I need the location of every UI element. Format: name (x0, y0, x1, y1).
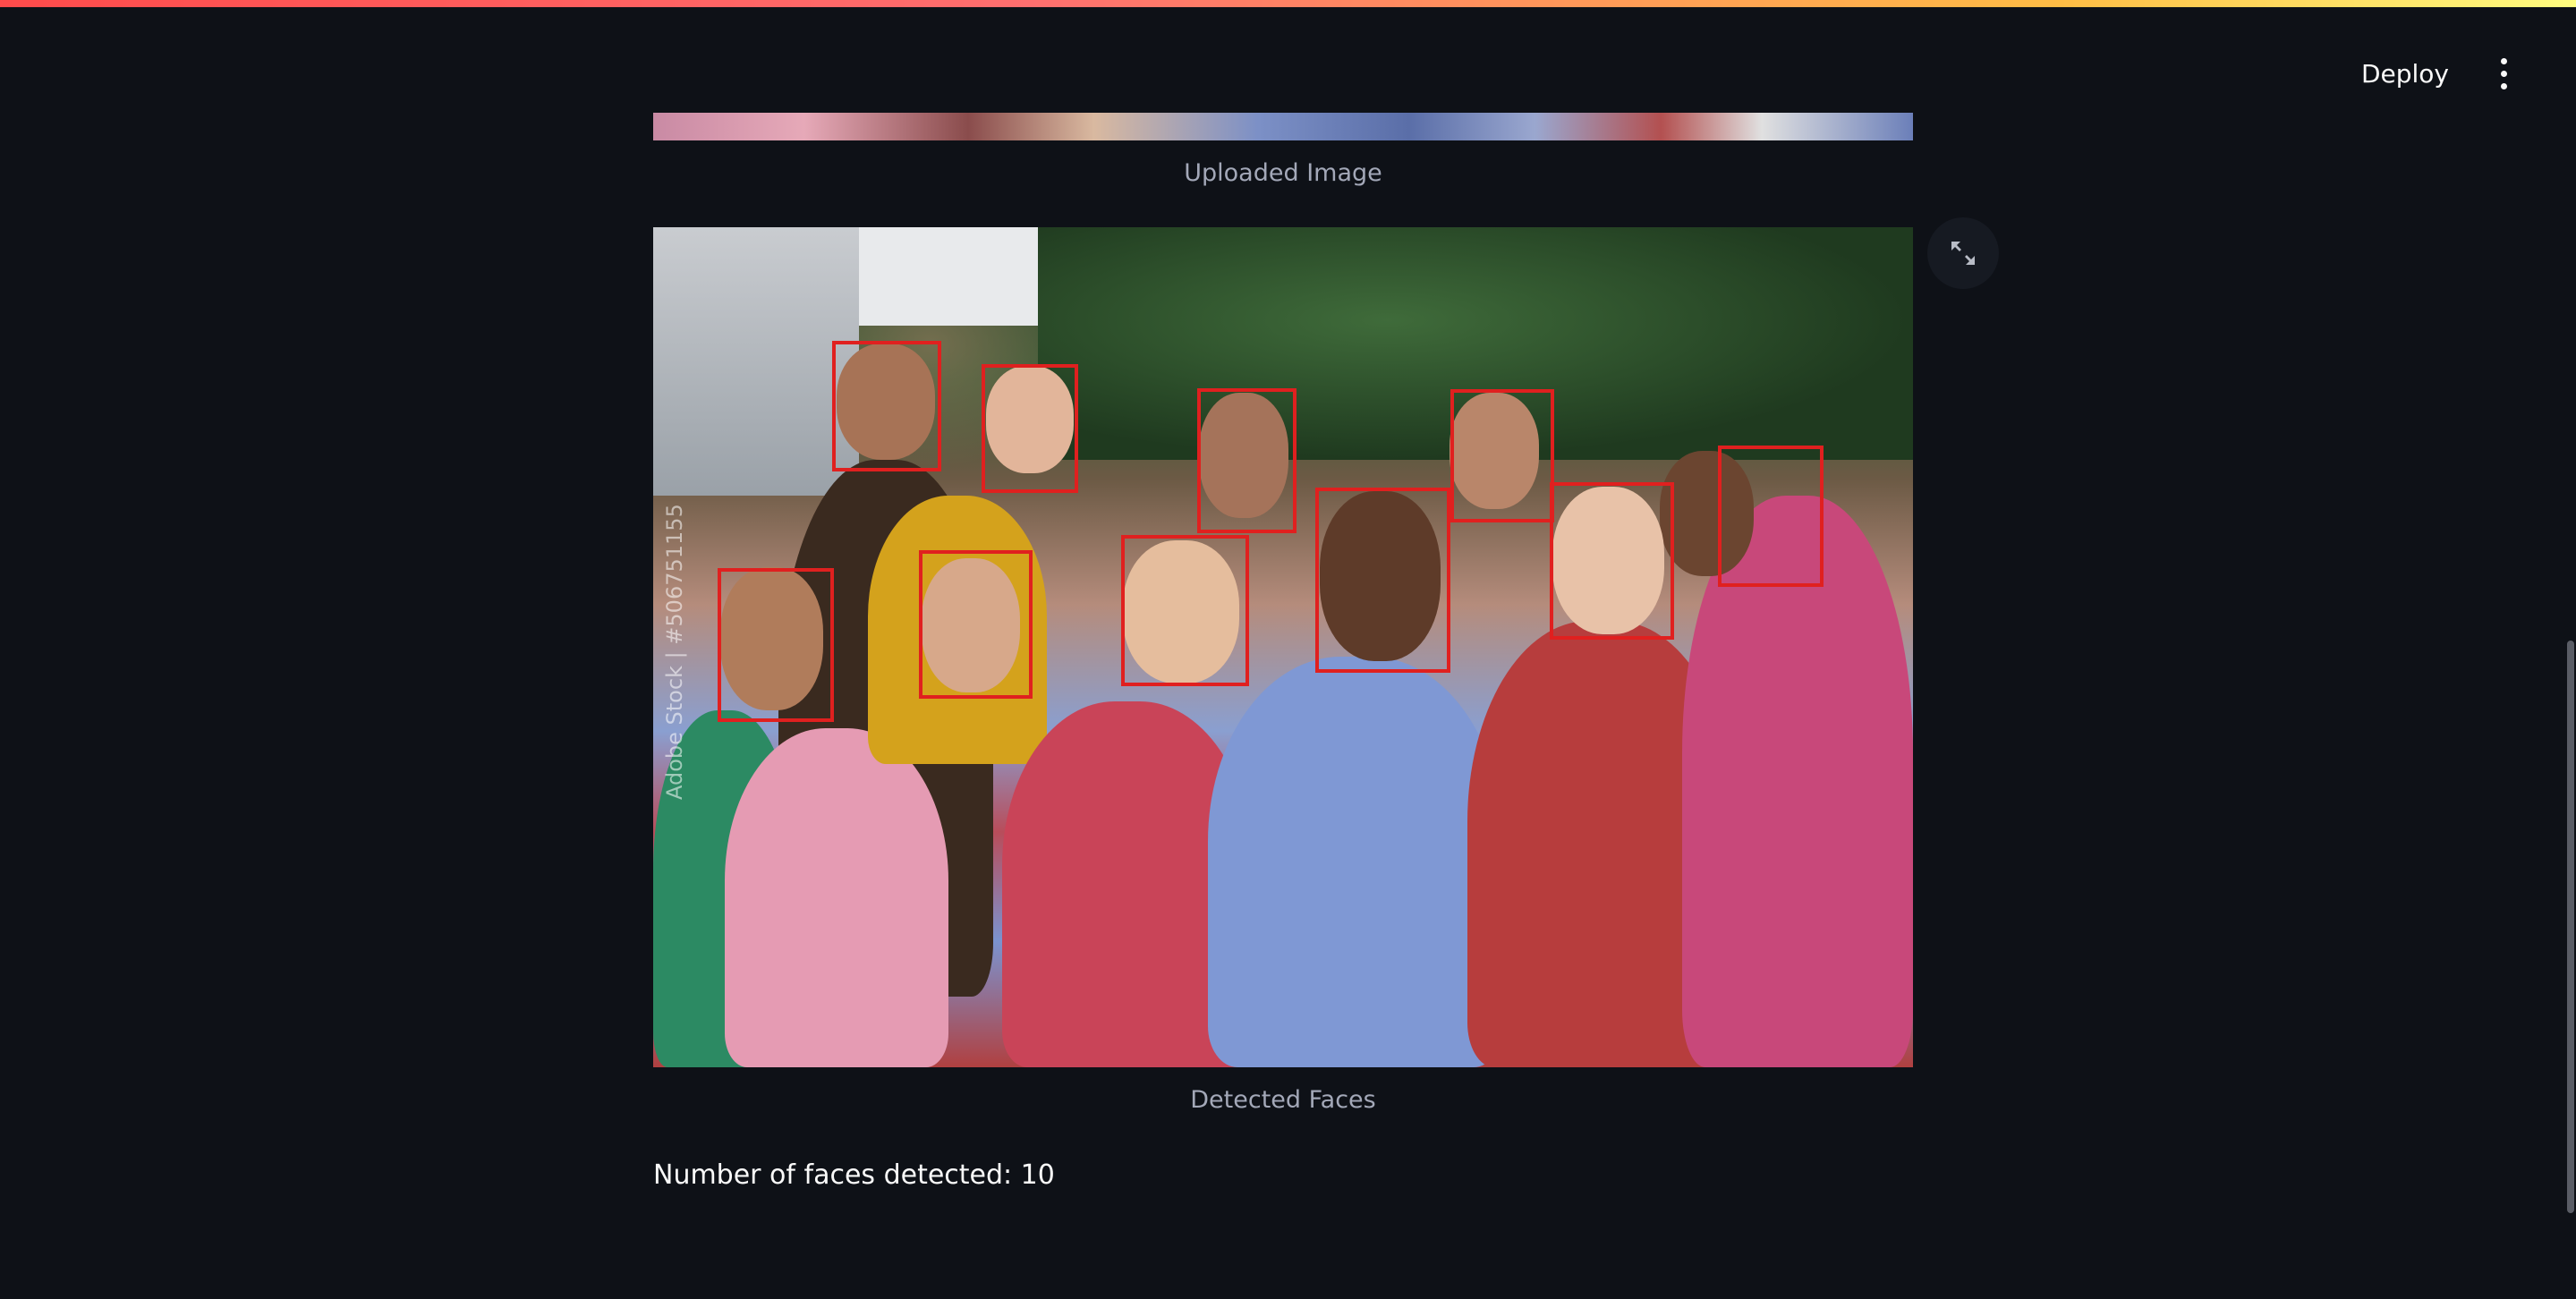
scrollbar[interactable] (2563, 0, 2576, 1299)
face-detection-box (1450, 389, 1554, 522)
deploy-button[interactable]: Deploy (2351, 52, 2460, 96)
face-detection-box (832, 341, 941, 471)
face-detection-box (982, 364, 1078, 493)
person-figure (725, 728, 948, 1067)
uploaded-image (653, 113, 1913, 140)
vertical-ellipsis-icon[interactable] (2490, 55, 2517, 94)
top-decoration-bar (0, 0, 2576, 7)
detected-faces-image: Adobe Stock | #506751155 (653, 227, 1913, 1067)
app-toolbar: Deploy (2351, 52, 2517, 96)
background-building (653, 227, 859, 496)
detected-faces-caption: Detected Faces (1190, 1086, 1376, 1114)
face-detection-box (718, 568, 834, 722)
expand-arrows-icon (1951, 242, 1975, 265)
fullscreen-button[interactable] (1927, 217, 1999, 289)
face-detection-box (1315, 488, 1450, 673)
stock-watermark: Adobe Stock | #506751155 (662, 504, 687, 800)
faces-count-text: Number of faces detected: 10 (653, 1159, 1055, 1191)
face-detection-box (1197, 388, 1297, 533)
background-sky (859, 227, 1056, 326)
face-detection-box (1121, 535, 1249, 686)
person-figure (1208, 657, 1503, 1067)
uploaded-image-caption: Uploaded Image (1184, 159, 1382, 187)
face-detection-box (919, 550, 1033, 699)
scrollbar-thumb[interactable] (2567, 641, 2574, 1213)
face-detection-box (1550, 482, 1674, 640)
face-detection-box (1718, 446, 1824, 587)
